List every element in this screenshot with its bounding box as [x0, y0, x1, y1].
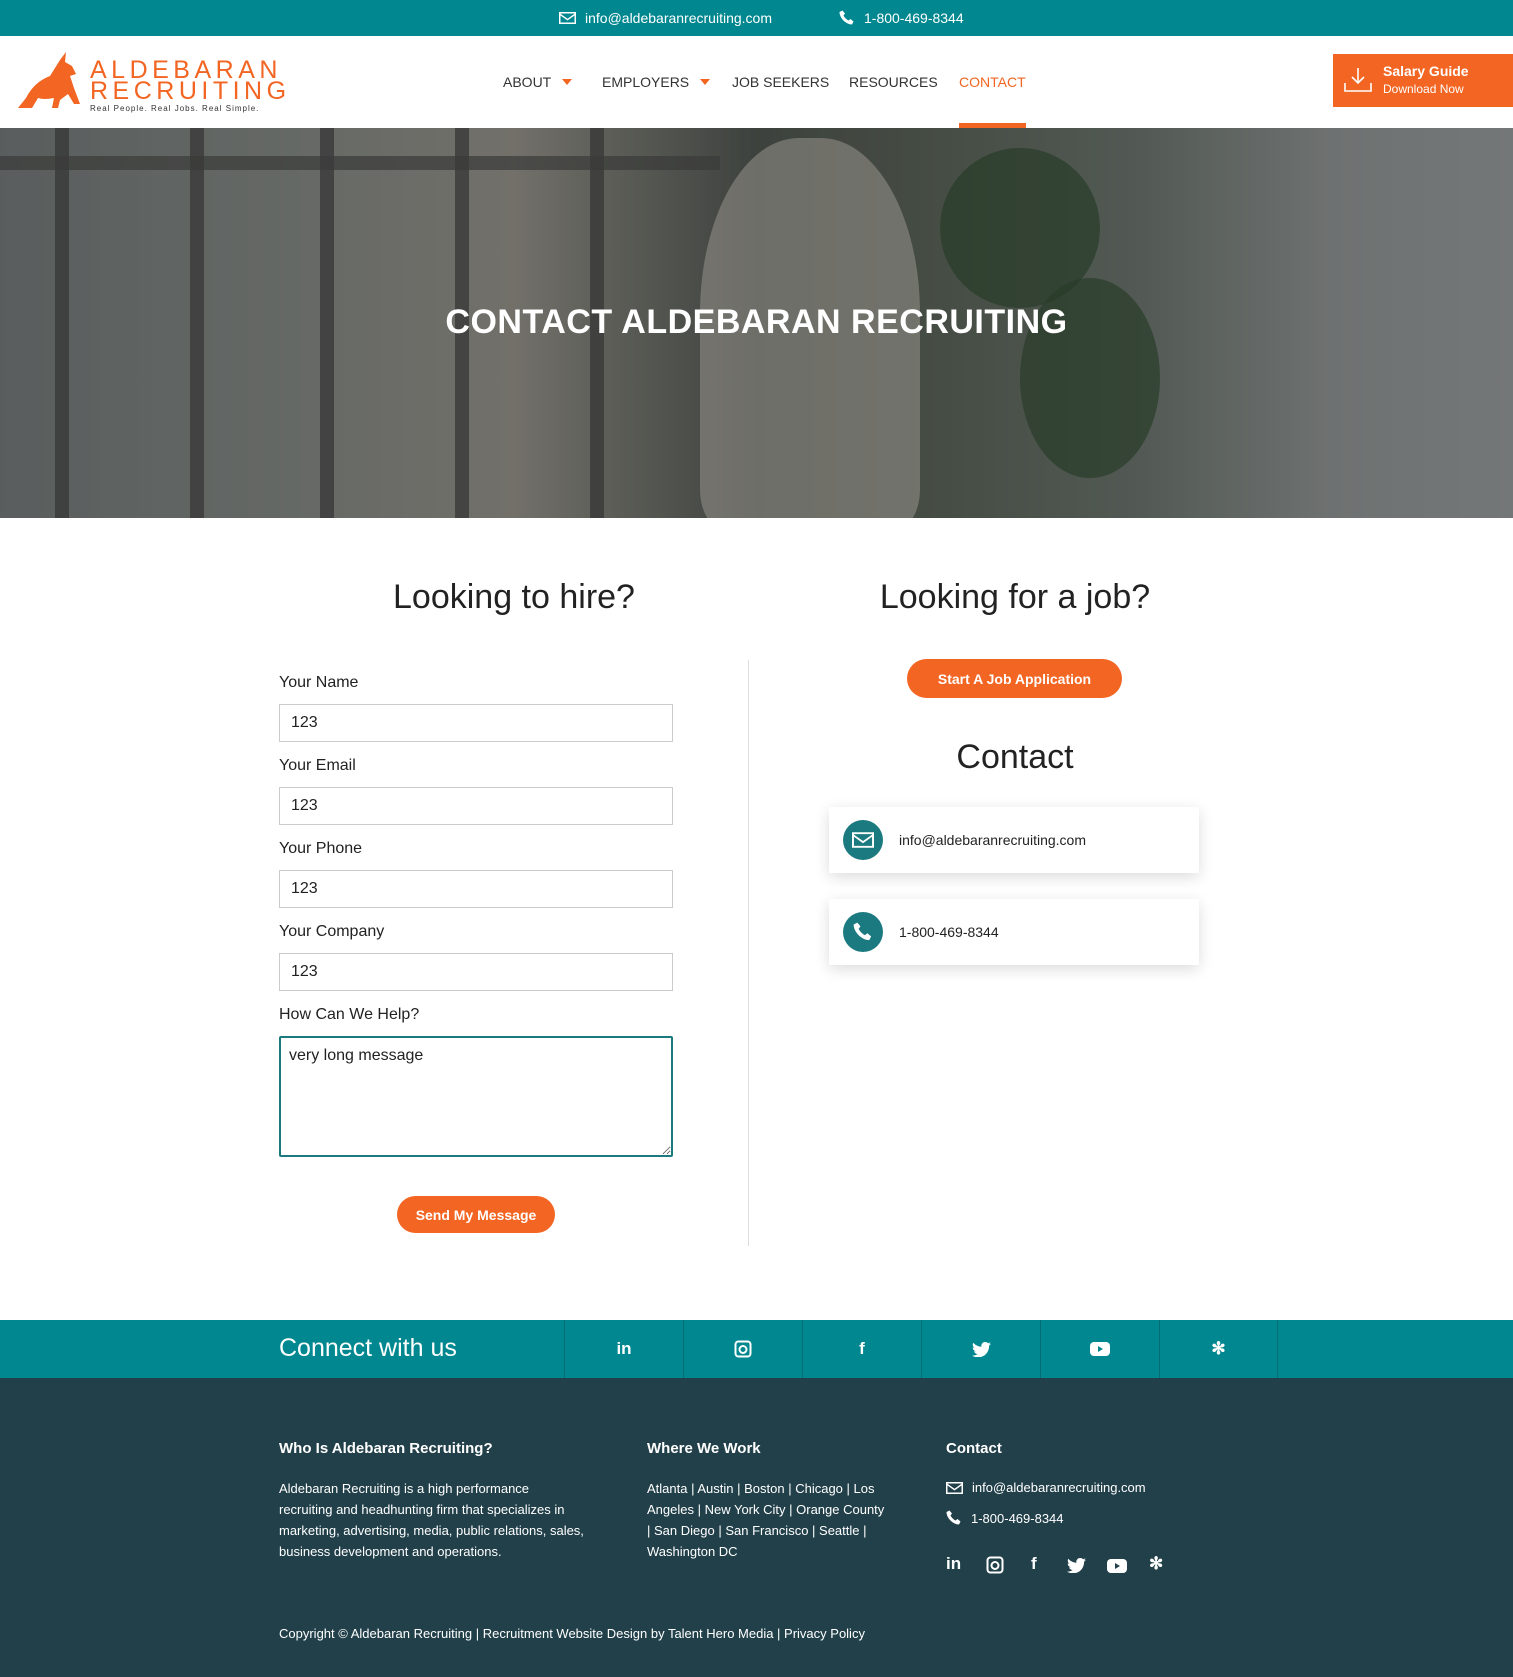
phone-field[interactable]: [279, 870, 673, 908]
job-title: Looking for a job?: [879, 578, 1151, 616]
linkedin-link[interactable]: in: [564, 1320, 683, 1378]
site-footer: Who Is Aldebaran Recruiting? Aldebaran R…: [0, 1378, 1513, 1677]
hire-title: Looking to hire?: [393, 578, 635, 616]
footer-email-link[interactable]: info@aldebaranrecruiting.com: [946, 1480, 1146, 1495]
footer-facebook-icon[interactable]: f: [1031, 1554, 1037, 1574]
name-label: Your Name: [279, 674, 359, 691]
nav-about-label: ABOUT: [503, 74, 552, 90]
city-link[interactable]: Seattle: [819, 1523, 859, 1538]
nav-contact[interactable]: CONTACT: [959, 36, 1026, 128]
caret-down-icon: [700, 79, 711, 85]
message-field[interactable]: very long message: [279, 1036, 673, 1157]
instagram-icon: [734, 1340, 752, 1358]
footer-twitter-icon[interactable]: [1067, 1558, 1086, 1573]
copyright: Copyright © Aldebaran Recruiting | Recru…: [279, 1626, 865, 1641]
phone-icon: [946, 1510, 961, 1525]
message-label: How Can We Help?: [279, 1006, 420, 1023]
footer-where-title: Where We Work: [647, 1440, 761, 1457]
hero-banner: CONTACT ALDEBARAN RECRUITING: [0, 128, 1513, 518]
nav-contact-label: CONTACT: [959, 74, 1026, 90]
logo-subname: RECRUITING: [90, 77, 291, 105]
contact-email: info@aldebaranrecruiting.com: [899, 832, 1086, 848]
contact-phone: 1-800-469-8344: [899, 924, 999, 940]
city-link[interactable]: San Francisco: [725, 1523, 808, 1538]
download-icon: [1344, 68, 1372, 92]
logo[interactable]: ALDEBARAN RECRUITING Real People. Real J…: [16, 50, 286, 113]
footer-about-title: Who Is Aldebaran Recruiting?: [279, 1440, 493, 1457]
hero-title: CONTACT ALDEBARAN RECRUITING: [445, 303, 1068, 341]
name-field[interactable]: [279, 704, 673, 742]
footer-phone-link[interactable]: 1-800-469-8344: [946, 1510, 1064, 1526]
contact-email-card[interactable]: info@aldebaranrecruiting.com: [829, 807, 1199, 873]
city-link[interactable]: New York City: [705, 1502, 786, 1517]
phone-icon: [843, 912, 883, 952]
phone-icon: [839, 10, 854, 25]
yelp-link[interactable]: ✻: [1159, 1320, 1278, 1378]
city-link[interactable]: Orange County: [796, 1502, 884, 1517]
email-field[interactable]: [279, 787, 673, 825]
envelope-icon: [946, 1481, 963, 1494]
nav-resources-label: RESOURCES: [849, 74, 938, 90]
facebook-icon: f: [859, 1339, 865, 1358]
twitter-icon: [971, 1341, 991, 1357]
footer-linkedin-icon[interactable]: in: [946, 1554, 961, 1574]
nav-job-seekers-label: JOB SEEKERS: [732, 74, 830, 90]
email-label: Your Email: [279, 757, 356, 774]
connect-title: Connect with us: [279, 1334, 457, 1362]
column-divider: [748, 660, 749, 1246]
twitter-link[interactable]: [921, 1320, 1040, 1378]
city-link[interactable]: Chicago: [795, 1481, 843, 1496]
company-label: Your Company: [279, 923, 385, 940]
salary-guide-button[interactable]: Salary Guide Download Now: [1333, 54, 1513, 107]
city-link[interactable]: Austin: [697, 1481, 733, 1496]
city-link[interactable]: Washington DC: [647, 1544, 738, 1559]
logo-tagline: Real People. Real Jobs. Real Simple.: [90, 104, 260, 113]
yelp-icon: ✻: [1211, 1339, 1226, 1358]
send-message-button[interactable]: Send My Message: [397, 1196, 555, 1233]
topbar-phone: 1-800-469-8344: [864, 10, 964, 26]
footer-email: info@aldebaranrecruiting.com: [972, 1480, 1146, 1495]
contact-phone-card[interactable]: 1-800-469-8344: [829, 899, 1199, 965]
footer-youtube-icon[interactable]: [1107, 1559, 1127, 1573]
top-bar: info@aldebaranrecruiting.com 1-800-469-8…: [0, 0, 1513, 36]
linkedin-icon: in: [616, 1339, 632, 1358]
youtube-link[interactable]: [1040, 1320, 1159, 1378]
topbar-email-link[interactable]: info@aldebaranrecruiting.com: [559, 0, 772, 36]
site-header: ALDEBARAN RECRUITING Real People. Real J…: [0, 36, 1513, 128]
salary-guide-subtitle: Download Now: [1383, 82, 1464, 96]
salary-guide-title: Salary Guide: [1383, 63, 1469, 79]
footer-about-text: Aldebaran Recruiting is a high performan…: [279, 1481, 584, 1559]
nav-resources[interactable]: RESOURCES: [849, 36, 938, 128]
nav-employers[interactable]: EMPLOYERS: [602, 36, 711, 128]
phone-label: Your Phone: [279, 840, 363, 857]
instagram-link[interactable]: [683, 1320, 802, 1378]
facebook-link[interactable]: f: [802, 1320, 921, 1378]
footer-instagram-icon[interactable]: [986, 1556, 1004, 1574]
caret-down-icon: [562, 79, 573, 85]
connect-band: Connect with us in f ✻: [0, 1320, 1513, 1378]
city-link[interactable]: Atlanta: [647, 1481, 687, 1496]
youtube-icon: [1090, 1342, 1110, 1356]
envelope-icon: [843, 820, 883, 860]
nav-about[interactable]: ABOUT: [503, 36, 573, 128]
footer-contact-title: Contact: [946, 1440, 1002, 1457]
envelope-icon: [559, 12, 576, 24]
city-link[interactable]: San Diego: [654, 1523, 715, 1538]
footer-yelp-icon[interactable]: ✻: [1149, 1554, 1163, 1574]
start-job-application-button[interactable]: Start A Job Application: [907, 659, 1122, 698]
company-field[interactable]: [279, 953, 673, 991]
footer-city-list: Atlanta | Austin | Boston | Chicago | Lo…: [647, 1481, 885, 1559]
city-link[interactable]: Boston: [744, 1481, 784, 1496]
bull-logo-icon: [18, 52, 80, 108]
topbar-phone-link[interactable]: 1-800-469-8344: [839, 0, 964, 36]
contact-title: Contact: [956, 738, 1074, 776]
footer-phone: 1-800-469-8344: [971, 1510, 1064, 1526]
nav-employers-label: EMPLOYERS: [602, 74, 690, 90]
topbar-email: info@aldebaranrecruiting.com: [585, 10, 772, 26]
nav-job-seekers[interactable]: JOB SEEKERS: [732, 36, 829, 128]
